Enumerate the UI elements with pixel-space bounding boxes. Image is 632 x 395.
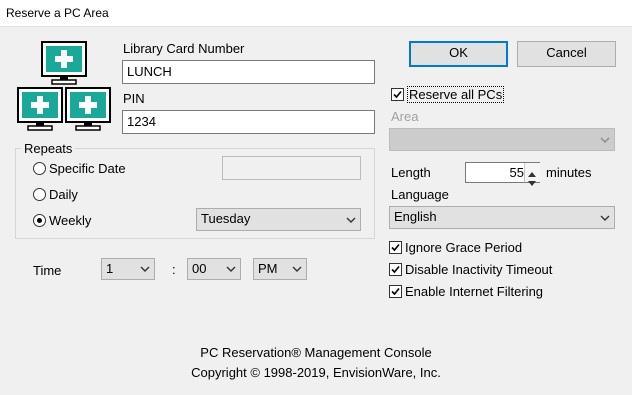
copyright-text: Copyright © 1998-2019, EnvisionWare, Inc… bbox=[191, 365, 441, 380]
spin-down-icon[interactable] bbox=[528, 174, 536, 189]
hour-select[interactable]: 1 bbox=[101, 258, 155, 280]
time-separator: : bbox=[172, 262, 176, 277]
checkbox-checked-icon bbox=[389, 241, 402, 254]
chevron-down-icon bbox=[292, 266, 302, 272]
checkbox-checked-icon bbox=[389, 285, 402, 298]
chevron-down-icon bbox=[226, 266, 236, 272]
area-label: Area bbox=[391, 109, 419, 124]
chevron-down-icon bbox=[600, 137, 610, 143]
language-label: Language bbox=[391, 187, 449, 202]
area-select[interactable] bbox=[389, 128, 615, 151]
checkbox-checked-icon bbox=[391, 88, 404, 101]
enable-filtering-label: Enable Internet Filtering bbox=[405, 284, 544, 299]
chevron-down-icon bbox=[600, 215, 610, 221]
length-value: 55 bbox=[509, 165, 524, 180]
weekly-label: Weekly bbox=[49, 213, 92, 228]
three-monitors-plus-icon bbox=[16, 40, 112, 138]
specific-date-input[interactable] bbox=[222, 156, 361, 180]
ignore-grace-checkbox[interactable]: Ignore Grace Period bbox=[389, 240, 549, 256]
reserve-all-checkbox[interactable]: Reserve all PCs bbox=[391, 86, 521, 103]
ok-button[interactable]: OK bbox=[409, 41, 508, 67]
language-select[interactable]: English bbox=[389, 206, 615, 229]
chevron-down-icon bbox=[346, 217, 356, 223]
weekly-radio[interactable]: Weekly bbox=[33, 213, 113, 229]
radio-empty-icon bbox=[33, 188, 46, 201]
card-number-label: Library Card Number bbox=[123, 41, 245, 56]
length-unit-label: minutes bbox=[546, 165, 592, 180]
enable-filtering-checkbox[interactable]: Enable Internet Filtering bbox=[389, 284, 559, 300]
cancel-button[interactable]: Cancel bbox=[517, 41, 616, 67]
ampm-value: PM bbox=[258, 261, 278, 276]
length-stepper[interactable]: 55 bbox=[465, 162, 540, 186]
window-title: Reserve a PC Area bbox=[6, 6, 109, 20]
ignore-grace-label: Ignore Grace Period bbox=[405, 240, 523, 255]
daily-label: Daily bbox=[49, 187, 78, 202]
pin-input[interactable]: 1234 bbox=[122, 110, 375, 134]
title-bar: Reserve a PC Area bbox=[0, 0, 632, 27]
weekday-value: Tuesday bbox=[201, 211, 251, 226]
language-value: English bbox=[394, 209, 437, 224]
minute-value: 00 bbox=[192, 261, 207, 276]
specific-date-radio[interactable]: Specific Date bbox=[33, 161, 153, 177]
ampm-select[interactable]: PM bbox=[253, 258, 307, 280]
disable-inactivity-label: Disable Inactivity Timeout bbox=[405, 262, 553, 277]
pin-label: PIN bbox=[123, 91, 145, 106]
reserve-all-label: Reserve all PCs bbox=[407, 86, 505, 103]
specific-date-label: Specific Date bbox=[49, 161, 126, 176]
product-name: PC Reservation® Management Console bbox=[200, 345, 432, 360]
time-label: Time bbox=[33, 263, 62, 278]
disable-inactivity-checkbox[interactable]: Disable Inactivity Timeout bbox=[389, 262, 569, 278]
hour-value: 1 bbox=[106, 261, 114, 276]
length-label: Length bbox=[391, 165, 431, 180]
weekday-select[interactable]: Tuesday bbox=[196, 208, 361, 231]
minute-select[interactable]: 00 bbox=[187, 258, 241, 280]
card-number-input[interactable]: LUNCH bbox=[122, 60, 375, 84]
daily-radio[interactable]: Daily bbox=[33, 187, 113, 203]
repeats-legend: Repeats bbox=[21, 141, 76, 156]
radio-empty-icon bbox=[33, 162, 46, 175]
radio-selected-icon bbox=[33, 214, 46, 227]
chevron-down-icon bbox=[140, 266, 150, 272]
checkbox-checked-icon bbox=[389, 263, 402, 276]
